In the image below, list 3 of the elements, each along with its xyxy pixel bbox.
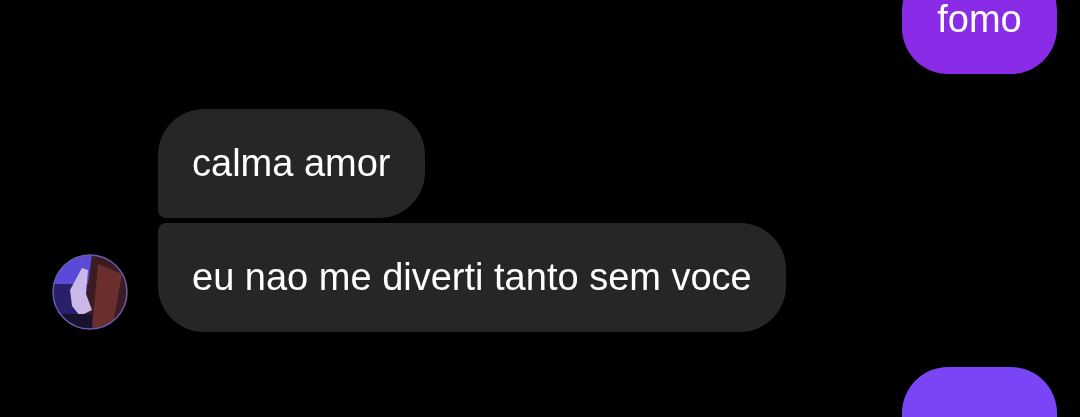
received-message: eu nao me diverti tanto sem voce <box>158 223 786 332</box>
sent-message: fomo <box>902 0 1057 74</box>
received-message: calma amor <box>158 109 425 218</box>
